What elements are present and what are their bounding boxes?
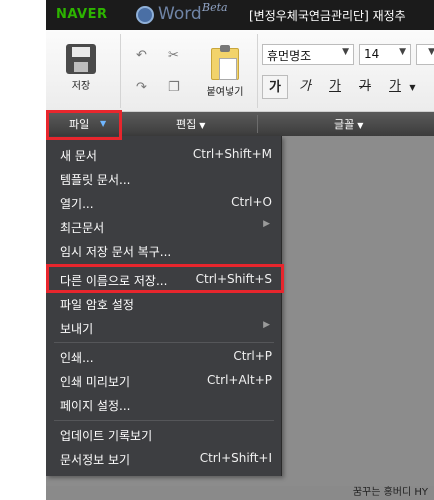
chevron-down-icon: ▼ bbox=[199, 121, 206, 130]
menu-item-update-history[interactable]: 업데이트 기록보기 bbox=[46, 424, 282, 446]
font-name-value: 휴먼명조 bbox=[267, 49, 312, 63]
save-as-highlight bbox=[46, 264, 284, 293]
file-menu-highlight bbox=[46, 110, 122, 140]
font-size-select[interactable]: 14 ▼ bbox=[359, 44, 411, 65]
edit-group-label: 편집 bbox=[176, 118, 197, 131]
menu-item-shortcut: Ctrl+Alt+P bbox=[207, 373, 272, 387]
edit-group-button[interactable]: 편집 ▼ bbox=[176, 116, 205, 132]
menu-item-shortcut: Ctrl+O bbox=[231, 195, 272, 209]
font-group-label: 글꼴 bbox=[334, 118, 355, 131]
menu-item-label: 최근문서 bbox=[60, 221, 105, 235]
strikethrough-button[interactable]: 가 bbox=[352, 75, 378, 99]
group-separator bbox=[257, 115, 258, 133]
menu-item-shortcut: Ctrl+Shift+I bbox=[199, 451, 272, 465]
menu-item-label: 파일 암호 설정 bbox=[60, 298, 134, 312]
cut-icon[interactable]: ✂ bbox=[168, 48, 179, 63]
font-size-value: 14 bbox=[364, 47, 380, 61]
ribbon-separator bbox=[257, 34, 258, 108]
ribbon-separator bbox=[120, 34, 121, 108]
menu-item-label: 새 문서 bbox=[60, 149, 97, 163]
app-window: NAVER Word Beta [변정우체국연금관리단] 재정추 저장 ↶ ↷ … bbox=[46, 0, 434, 500]
redo-icon[interactable]: ↷ bbox=[136, 80, 147, 95]
paste-label: 붙여넣기 bbox=[206, 87, 244, 98]
menu-separator bbox=[54, 420, 274, 421]
word-logo-icon bbox=[136, 6, 154, 24]
chevron-down-icon: ▼ bbox=[342, 47, 349, 57]
underline-button[interactable]: 가 bbox=[322, 75, 348, 99]
menu-separator bbox=[54, 342, 274, 343]
menu-item-new-document[interactable]: 새 문서 Ctrl+Shift+M bbox=[46, 144, 282, 166]
title-bar: NAVER Word Beta [변정우체국연금관리단] 재정추 bbox=[46, 0, 434, 30]
save-label: 저장 bbox=[71, 81, 91, 92]
menu-item-label: 인쇄 미리보기 bbox=[60, 375, 131, 389]
clipboard-icon bbox=[211, 45, 239, 80]
beta-badge: Beta bbox=[202, 1, 228, 14]
menu-item-recent-documents[interactable]: 최근문서 ▶ bbox=[46, 216, 282, 238]
italic-button[interactable]: 가 bbox=[292, 75, 318, 99]
menu-item-label: 문서정보 보기 bbox=[60, 453, 131, 467]
save-button[interactable]: 저장 bbox=[60, 44, 102, 92]
paste-button[interactable]: 붙여넣기 bbox=[196, 45, 254, 98]
menu-item-document-info[interactable]: 문서정보 보기 Ctrl+Shift+I bbox=[46, 448, 282, 470]
chevron-down-icon: ▼ bbox=[357, 121, 364, 130]
font-grow-button[interactable]: ▼ bbox=[416, 44, 434, 65]
chevron-down-icon: ▼ bbox=[399, 47, 406, 57]
watermark-text: 꿈꾸는 홍버디 HY bbox=[352, 487, 428, 498]
menu-item-shortcut: Ctrl+Shift+M bbox=[192, 147, 272, 161]
chevron-down-icon: ▼ bbox=[409, 83, 416, 92]
font-color-dropdown[interactable]: ▼ bbox=[406, 75, 418, 99]
menu-item-recover-temp[interactable]: 임시 저장 문서 복구... bbox=[46, 240, 282, 262]
menu-item-label: 인쇄... bbox=[60, 351, 94, 365]
naver-logo: NAVER bbox=[56, 7, 108, 22]
undo-icon[interactable]: ↶ bbox=[136, 48, 147, 63]
menu-item-send[interactable]: 보내기 ▶ bbox=[46, 317, 282, 339]
chevron-down-icon: ▼ bbox=[428, 47, 434, 57]
font-name-select[interactable]: 휴먼명조 ▼ bbox=[262, 44, 354, 65]
menu-item-shortcut: Ctrl+P bbox=[233, 349, 272, 363]
menu-item-page-setup[interactable]: 페이지 설정... bbox=[46, 394, 282, 416]
copy-icon[interactable]: ❐ bbox=[168, 80, 180, 95]
bold-button[interactable]: 가 bbox=[262, 75, 288, 99]
menu-item-open[interactable]: 열기... Ctrl+O bbox=[46, 192, 282, 214]
menu-item-template-document[interactable]: 템플릿 문서... bbox=[46, 168, 282, 190]
menu-item-label: 보내기 bbox=[60, 322, 94, 336]
menu-item-label: 템플릿 문서... bbox=[60, 173, 131, 187]
font-group-button[interactable]: 글꼴 ▼ bbox=[334, 116, 363, 132]
menu-item-print-preview[interactable]: 인쇄 미리보기 Ctrl+Alt+P bbox=[46, 370, 282, 392]
menu-item-label: 페이지 설정... bbox=[60, 399, 131, 413]
document-title: [변정우체국연금관리단] 재정추 bbox=[249, 9, 406, 23]
file-dropdown-menu: 새 문서 Ctrl+Shift+M 템플릿 문서... 열기... Ctrl+O… bbox=[46, 136, 282, 476]
chevron-right-icon: ▶ bbox=[263, 320, 270, 330]
menu-item-label: 업데이트 기록보기 bbox=[60, 429, 153, 443]
chevron-right-icon: ▶ bbox=[263, 219, 270, 229]
word-logo: Word bbox=[158, 4, 202, 24]
menu-item-label: 임시 저장 문서 복구... bbox=[60, 245, 172, 259]
menu-item-label: 열기... bbox=[60, 197, 94, 211]
menu-item-print[interactable]: 인쇄... Ctrl+P bbox=[46, 346, 282, 368]
floppy-disk-icon bbox=[66, 44, 96, 74]
menu-item-file-password[interactable]: 파일 암호 설정 bbox=[46, 293, 282, 315]
font-color-button[interactable]: 가 bbox=[382, 75, 408, 99]
ribbon-toolbar: 저장 ↶ ↷ ✂ ❐ 붙여넣기 휴먼명조 ▼ 14 ▼ ▼ 가 가 가 가 가 bbox=[46, 30, 434, 112]
